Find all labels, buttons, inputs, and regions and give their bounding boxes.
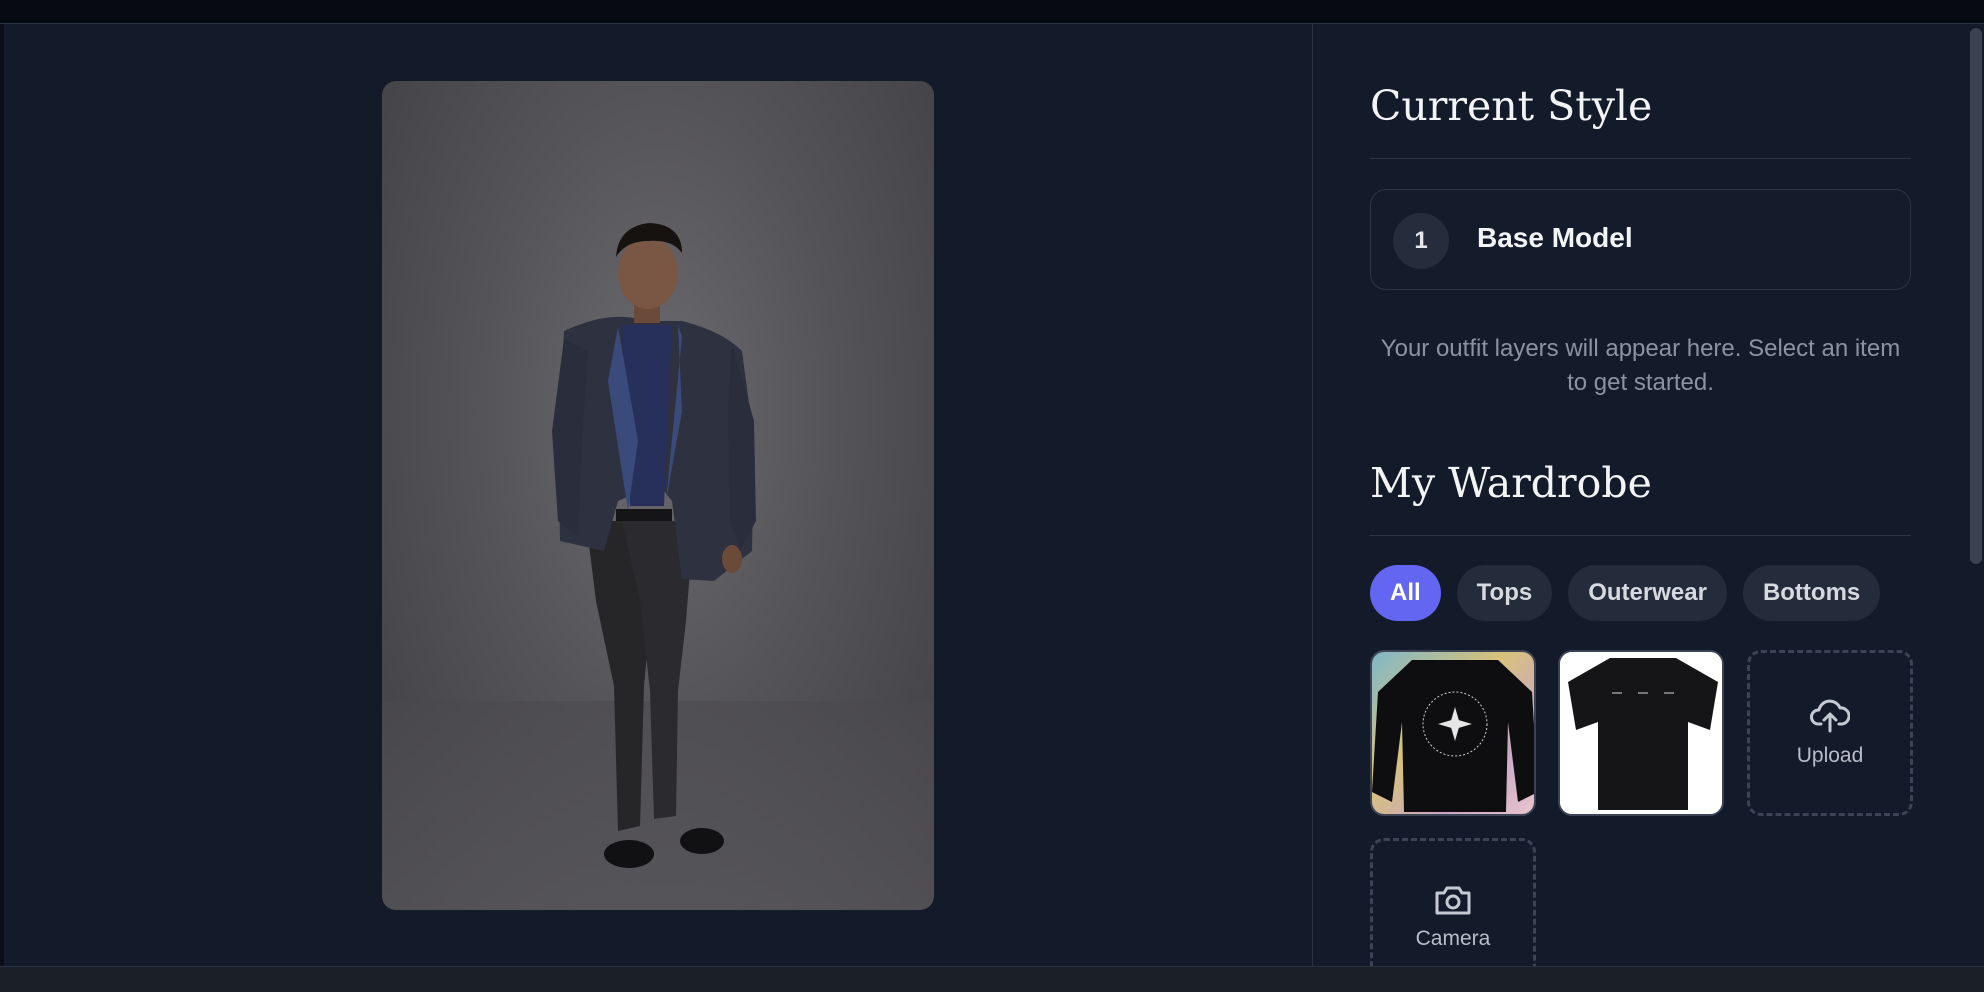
wardrobe-item-thumbnail[interactable] [1558,650,1724,816]
model-stage [4,24,1312,966]
layer-name: Base Model [1477,222,1633,253]
scrollbar-thumb[interactable] [1970,28,1982,564]
upload-cloud-icon [1810,699,1850,733]
filter-all[interactable]: All [1370,565,1441,621]
layer-number-badge: 1 [1393,213,1449,269]
camera-icon [1435,886,1471,915]
filter-tops[interactable]: Tops [1456,565,1553,621]
upload-button[interactable]: Upload [1747,650,1913,816]
garment-image [1560,652,1722,814]
model-figure [382,223,934,910]
window-bottom-bar [0,966,1984,992]
camera-label: Camera [1415,927,1491,950]
wardrobe-item-thumbnail[interactable] [1370,650,1536,816]
filter-bottoms[interactable]: Bottoms [1742,565,1881,621]
section-divider [1370,535,1911,536]
layer-item-base-model[interactable]: 1 Base Model [1370,189,1911,290]
style-panel: Current Style 1 Base Model Your outfit l… [1313,24,1968,978]
section-divider [1370,158,1911,159]
model-photo [382,81,934,910]
upload-label: Upload [1796,744,1864,767]
window-top-bar [0,0,1984,24]
empty-layers-message: Your outfit layers will appear here. Sel… [1380,335,1901,396]
current-style-title: Current Style [1370,82,1653,130]
camera-button[interactable]: Camera [1370,838,1536,978]
wardrobe-title: My Wardrobe [1370,459,1652,507]
garment-image [1372,652,1534,814]
filter-outerwear[interactable]: Outerwear [1568,565,1727,621]
wardrobe-filter-tabs: All Tops Outerwear Bottoms [1370,565,1881,621]
